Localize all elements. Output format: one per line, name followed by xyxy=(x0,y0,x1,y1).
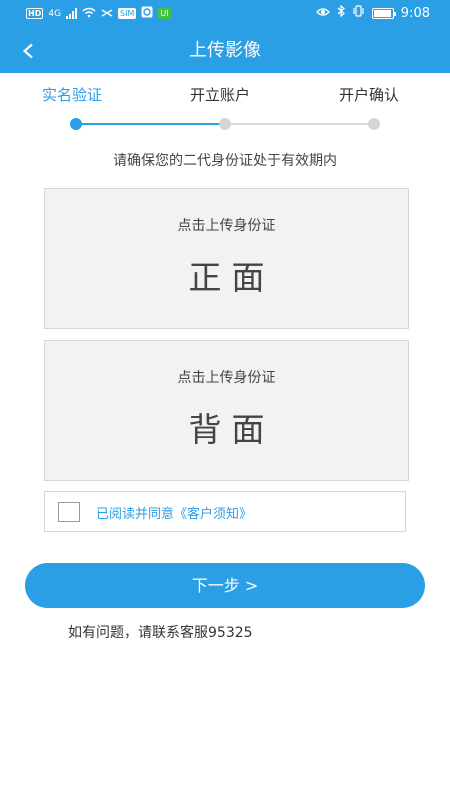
customer-service-contact: 如有问题，请联系客服95325 xyxy=(68,625,253,641)
network-type-label: 4G xyxy=(48,8,62,19)
next-step-button[interactable]: 下一步 > xyxy=(25,563,425,608)
page-title: 上传影像 xyxy=(189,40,261,61)
progress-track-remaining xyxy=(225,123,373,125)
app-notification-icon xyxy=(141,6,153,21)
battery-icon xyxy=(371,7,396,19)
step-2-dot xyxy=(219,118,231,130)
front-side-label: 正面 xyxy=(188,258,275,297)
wifi-icon xyxy=(82,7,96,21)
app-screen: HD 4G SIM UI 9:08 上传影像 实名验证 开立账户 开户确认 请确… xyxy=(0,0,450,800)
step-3-dot xyxy=(368,118,380,130)
progress-track-complete xyxy=(77,123,225,125)
notification-icon xyxy=(101,7,113,21)
back-caption: 点击上传身份证 xyxy=(177,370,276,386)
eye-icon xyxy=(315,6,330,21)
agreement-row: 已阅读并同意《客户须知》 xyxy=(44,491,406,532)
agreement-link[interactable]: 已阅读并同意《客户须知》 xyxy=(96,503,252,522)
hd-icon: HD xyxy=(26,8,44,19)
step-3-label: 开户确认 xyxy=(339,86,400,104)
vibrate-icon xyxy=(352,5,365,21)
upload-id-back-button[interactable]: 点击上传身份证 背面 xyxy=(44,340,409,481)
status-time: 9:08 xyxy=(400,5,430,21)
step-1-label: 实名验证 xyxy=(42,86,103,104)
status-right-icons: 9:08 xyxy=(315,4,430,21)
sim-badge-icon: SIM xyxy=(118,8,137,19)
bluetooth-icon xyxy=(337,4,345,21)
step-2-label: 开立账户 xyxy=(190,86,251,104)
status-left-icons: HD 4G SIM UI xyxy=(26,6,171,21)
front-caption: 点击上传身份证 xyxy=(177,218,276,234)
status-bar: HD 4G SIM UI 9:08 xyxy=(0,0,450,28)
back-side-label: 背面 xyxy=(188,410,275,449)
green-badge-icon: UI xyxy=(158,8,171,19)
step-1-dot xyxy=(70,118,82,130)
validity-hint: 请确保您的二代身份证处于有效期内 xyxy=(113,153,337,169)
step-progress: 实名验证 开立账户 开户确认 xyxy=(0,73,450,148)
upload-id-front-button[interactable]: 点击上传身份证 正面 xyxy=(44,188,409,329)
signal-icon xyxy=(66,8,78,19)
agreement-checkbox[interactable] xyxy=(58,502,80,522)
title-bar: 上传影像 xyxy=(0,28,450,73)
